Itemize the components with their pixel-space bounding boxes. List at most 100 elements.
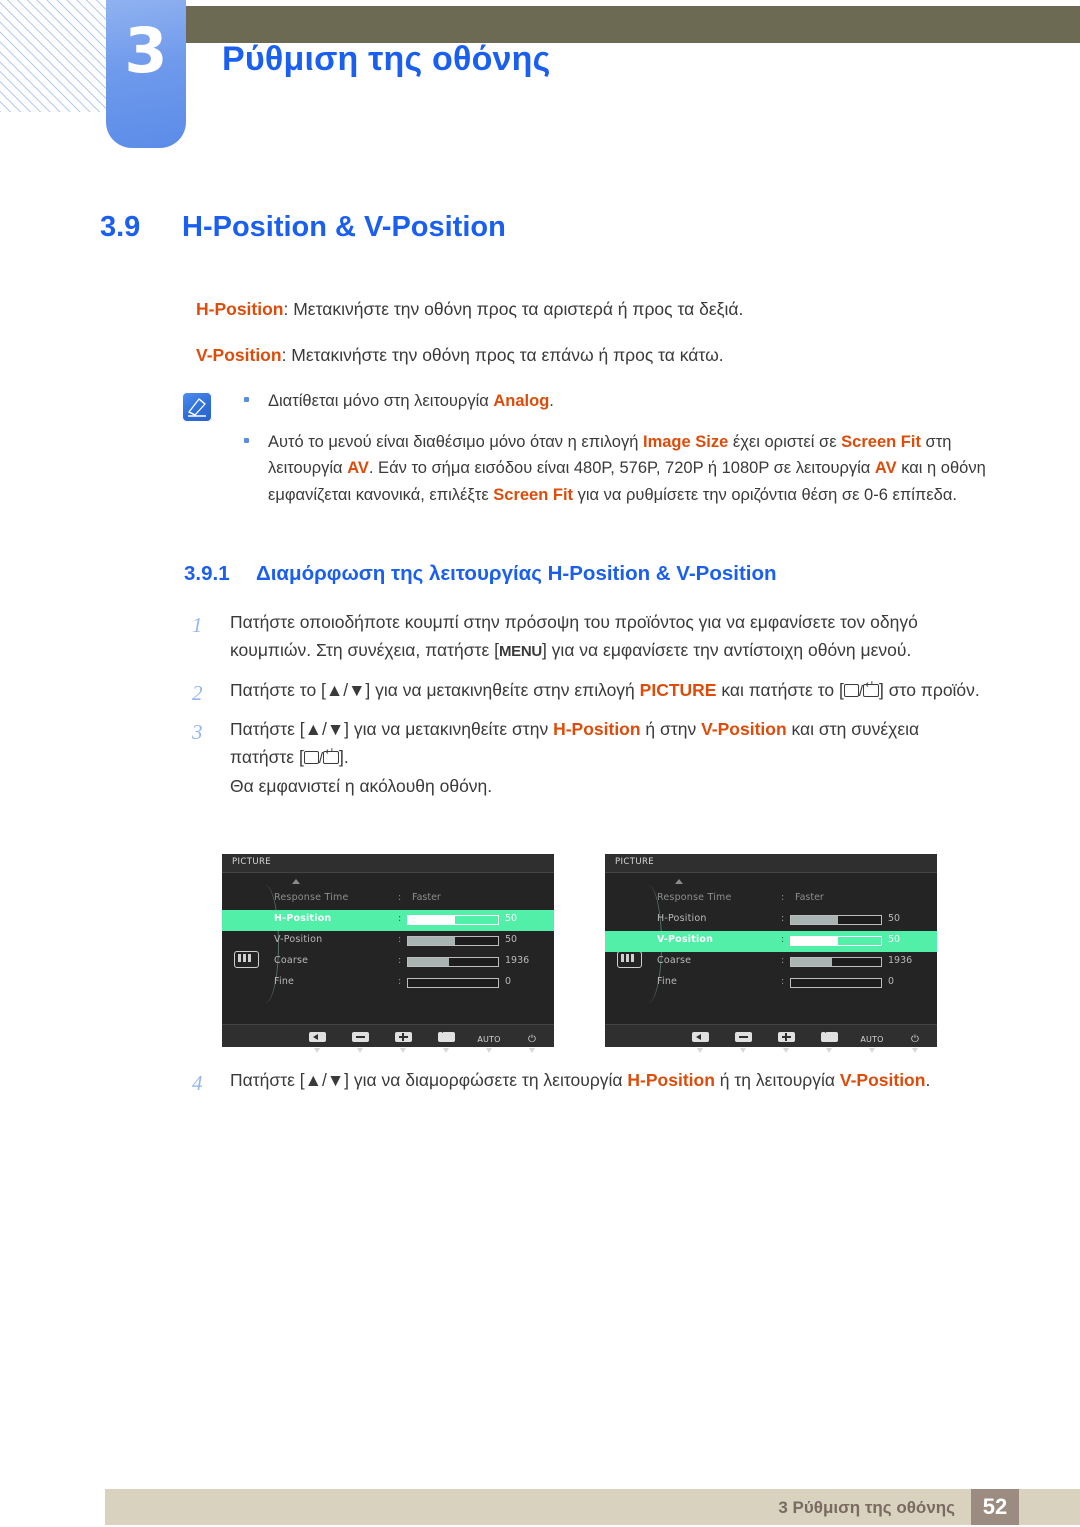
step-2-text-b: και πατήστε το [ (716, 679, 844, 700)
term-v-position: V-Position (196, 345, 282, 365)
enter-icon (820, 1028, 838, 1042)
term-image-size: Image Size (643, 432, 729, 451)
source-box-icon (843, 683, 859, 697)
osd-row-response-time[interactable]: Response Time : Faster (605, 889, 937, 910)
term-h-position-step3: H-Position (553, 719, 641, 740)
term-picture: PICTURE (639, 679, 717, 700)
osd-slider[interactable] (790, 914, 882, 925)
osd-slider[interactable] (790, 977, 882, 988)
triangle-down-icon (783, 1048, 789, 1053)
procedure-steps: 1 Πατήστε οποιοδήποτε κουμπί στην πρόσοψ… (188, 608, 988, 811)
osd-row-value: Faster (412, 892, 441, 903)
osd-row-number: 50 (505, 934, 518, 945)
osd-button-auto[interactable]: AUTO (475, 1027, 503, 1053)
osd-slider[interactable] (407, 914, 499, 925)
osd-button-enter[interactable] (815, 1027, 843, 1053)
note-2-b: έχει οριστεί σε (728, 432, 842, 451)
term-v-position-step3: V-Position (701, 719, 787, 740)
section-heading: 3.9 H-Position & V-Position (100, 211, 506, 244)
step-1: 1 Πατήστε οποιοδήποτε κουμπί στην πρόσοψ… (188, 608, 988, 665)
term-h-position-step4: H-Position (627, 1070, 715, 1090)
osd-body: Response Time : Faster H-Position : 50 V… (222, 873, 554, 1025)
osd-button-auto[interactable]: AUTO (858, 1027, 886, 1053)
osd-row-number: 1936 (888, 955, 913, 966)
osd-row-number: 0 (505, 976, 512, 987)
power-icon: ⏻ (911, 1034, 919, 1045)
auto-label: AUTO (477, 1035, 501, 1044)
triangle-down-icon (400, 1048, 406, 1053)
decorative-hatch-pattern (0, 0, 108, 112)
note-2-a: Αυτό το μενού είναι διαθέσιμο μόνο όταν … (268, 432, 643, 451)
osd-row-fine[interactable]: Fine : 0 (222, 973, 554, 994)
osd-button-power[interactable]: ⏻ (901, 1027, 929, 1053)
osd-slider[interactable] (407, 956, 499, 967)
osd-row-label: Fine (274, 976, 295, 987)
enter-key-icon (863, 680, 879, 697)
osd-rows: Response Time : Faster H-Position : 50 V… (222, 889, 554, 994)
note-2-f: για να ρυθμίσετε την οριζόντια θέση σε 0… (573, 486, 957, 505)
osd-row-label: Response Time (274, 892, 349, 903)
osd-row-coarse[interactable]: Coarse : 1936 (605, 952, 937, 973)
step-4-text-a: Πατήστε [▲/▼] για να διαμορφώσετε τη λει… (230, 1070, 628, 1090)
paragraph-h-position: H-Position: Μετακινήστε την οθόνη προς τ… (196, 296, 743, 323)
page-number: 52 (982, 1494, 1008, 1519)
step-2-text-a: Πατήστε το [▲/▼] για να μετακινηθείτε στ… (230, 679, 640, 700)
triangle-down-icon (697, 1048, 703, 1053)
osd-button-plus[interactable] (772, 1027, 800, 1053)
osd-title-bar: PICTURE (222, 854, 554, 873)
osd-screenshot-h-position: PICTURE Response Time : Faster H-Positio… (222, 854, 554, 1053)
osd-row-fine[interactable]: Fine : 0 (605, 973, 937, 994)
term-v-position-step4: V-Position (839, 1070, 926, 1090)
footer-chapter-label: 3 Ρύθμιση της οθόνης (778, 1498, 955, 1517)
term-av-1: AV (347, 459, 369, 478)
osd-body: Response Time : Faster H-Position : 50 V… (605, 873, 937, 1025)
step-3-text-a: Πατήστε [▲/▼] για να μετακινηθείτε στην (230, 719, 554, 740)
step-number: 3 (192, 720, 203, 745)
osd-button-minus[interactable] (346, 1027, 374, 1053)
osd-row-label: V-Position (274, 934, 323, 945)
osd-row-v-position[interactable]: V-Position : 50 (605, 931, 937, 952)
osd-row-h-position[interactable]: H-Position : 50 (222, 910, 554, 931)
osd-slider[interactable] (790, 956, 882, 967)
triangle-down-icon (486, 1048, 492, 1053)
triangle-down-icon (740, 1048, 746, 1053)
triangle-down-icon (869, 1048, 875, 1053)
osd-rows: Response Time : Faster H-Position : 50 V… (605, 889, 937, 994)
step-2-text-c: ] στο προϊόν. (879, 679, 980, 700)
section-title: H-Position & V-Position (182, 211, 506, 243)
arrow-left-icon (691, 1032, 709, 1042)
step-3-subtext: Θα εμφανιστεί η ακόλουθη οθόνη. (230, 775, 493, 796)
triangle-down-icon (314, 1048, 320, 1053)
osd-button-plus[interactable] (389, 1027, 417, 1053)
step-3-text-d: ]. (339, 747, 349, 768)
bullet-marker (244, 437, 249, 443)
osd-button-left[interactable] (303, 1027, 331, 1053)
page-number-box: 52 (971, 1489, 1019, 1525)
osd-row-label: Coarse (274, 955, 309, 966)
osd-row-value: Faster (795, 892, 824, 903)
osd-button-power[interactable]: ⏻ (518, 1027, 546, 1053)
note-2-d: . Εάν το σήμα εισόδου είναι 480P, 576P, … (368, 459, 875, 478)
osd-colon: : (781, 934, 785, 945)
osd-slider[interactable] (790, 935, 882, 946)
key-menu: MENU (498, 643, 542, 661)
osd-slider[interactable] (407, 935, 499, 946)
note-pencil-icon (182, 392, 212, 422)
note-1-post: . (549, 392, 554, 410)
osd-button-minus[interactable] (729, 1027, 757, 1053)
osd-row-coarse[interactable]: Coarse : 1936 (222, 952, 554, 973)
osd-colon: : (398, 955, 402, 966)
minus-icon (734, 1032, 752, 1042)
term-av-2: AV (874, 459, 897, 478)
osd-button-enter[interactable] (432, 1027, 460, 1053)
osd-row-h-position[interactable]: H-Position : 50 (605, 910, 937, 931)
osd-row-response-time[interactable]: Response Time : Faster (222, 889, 554, 910)
term-screen-fit-2: Screen Fit (493, 486, 574, 505)
osd-button-left[interactable] (686, 1027, 714, 1053)
paragraph-v-position-text: : Μετακινήστε την οθόνη προς τα επάνω ή … (281, 345, 724, 365)
osd-title-text: PICTURE (615, 857, 655, 867)
note-1-pre: Διατίθεται μόνο στη λειτουργία (268, 392, 494, 410)
plus-icon (777, 1032, 795, 1042)
osd-slider[interactable] (407, 977, 499, 988)
osd-row-v-position[interactable]: V-Position : 50 (222, 931, 554, 952)
